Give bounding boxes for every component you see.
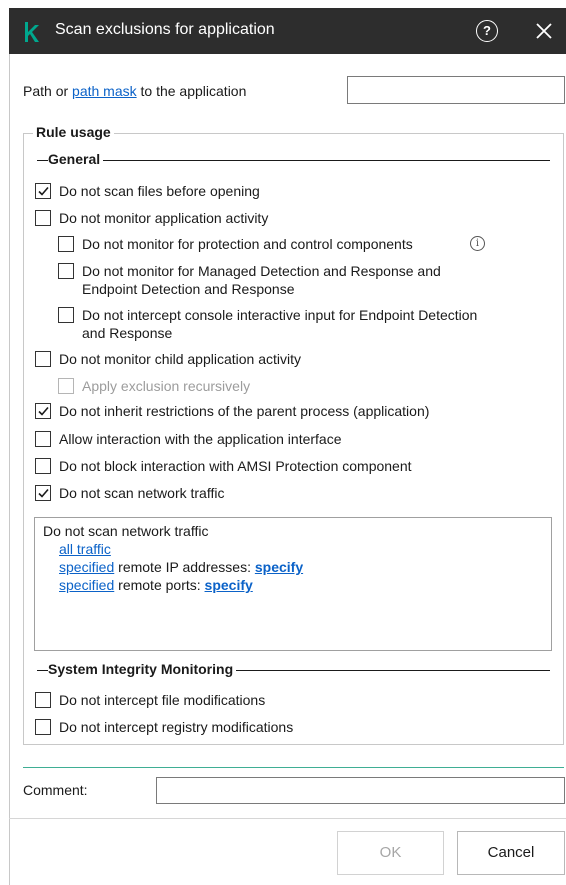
rule-usage-legend: Rule usage (33, 124, 114, 140)
checkbox-no-monitor-mdr-edr[interactable] (58, 263, 74, 279)
label-no-intercept-console-line2: and Response (82, 325, 173, 341)
comment-input[interactable] (156, 777, 565, 804)
all-traffic-link[interactable]: all traffic (59, 541, 111, 557)
specified-ports-link[interactable]: specified (59, 577, 114, 593)
label-no-block-amsi: Do not block interaction with AMSI Prote… (59, 458, 412, 474)
kaspersky-logo-icon (25, 22, 39, 42)
checkbox-no-monitor-activity[interactable] (35, 210, 51, 226)
checkbox-apply-recursively[interactable] (58, 378, 74, 394)
general-divider (37, 160, 550, 161)
info-icon[interactable]: i (470, 236, 485, 251)
general-heading: General (48, 151, 104, 167)
checkbox-no-inherit-restrictions[interactable] (35, 403, 51, 419)
path-input[interactable] (347, 76, 565, 104)
checkbox-no-intercept-registry[interactable] (35, 719, 51, 735)
network-traffic-panel: Do not scan network traffic all traffic … (34, 517, 552, 651)
network-traffic-heading: Do not scan network traffic (43, 523, 209, 539)
remote-ports-text: remote ports: (118, 577, 201, 593)
checkbox-no-scan-before-opening[interactable] (35, 183, 51, 199)
checkbox-no-intercept-file[interactable] (35, 692, 51, 708)
specified-ip-link[interactable]: specified (59, 559, 114, 575)
checkbox-no-block-amsi[interactable] (35, 458, 51, 474)
label-no-monitor-activity: Do not monitor application activity (59, 210, 269, 226)
path-label: Path or path mask to the application (23, 83, 246, 99)
label-no-monitor-child: Do not monitor child application activit… (59, 351, 302, 367)
footer-divider (9, 818, 566, 819)
label-no-scan-network: Do not scan network traffic (59, 485, 225, 501)
label-no-intercept-console-line1: Do not intercept console interactive inp… (82, 307, 478, 323)
comment-label: Comment: (23, 782, 88, 798)
label-no-scan-before-opening: Do not scan files before opening (59, 183, 260, 199)
label-allow-interface: Allow interaction with the application i… (59, 431, 342, 447)
specify-ip-link[interactable]: specify (255, 559, 303, 575)
label-apply-recursively: Apply exclusion recursively (82, 378, 251, 394)
path-suffix: to the application (140, 83, 247, 99)
integrity-heading: System Integrity Monitoring (48, 661, 237, 677)
ok-button[interactable]: OK (337, 831, 444, 875)
window-title: Scan exclusions for application (55, 21, 275, 38)
label-no-monitor-mdr-edr-line2: Endpoint Detection and Response (82, 281, 295, 297)
checkbox-no-intercept-console[interactable] (58, 307, 74, 323)
close-icon[interactable] (530, 17, 558, 45)
checkbox-allow-interface[interactable] (35, 431, 51, 447)
checkbox-no-monitor-child[interactable] (35, 351, 51, 367)
title-bar: Scan exclusions for application ? (9, 8, 566, 54)
cancel-button[interactable]: Cancel (457, 831, 565, 875)
label-no-monitor-protection: Do not monitor for protection and contro… (82, 236, 413, 252)
path-mask-link[interactable]: path mask (72, 83, 137, 99)
remote-ip-text: remote IP addresses: (118, 559, 251, 575)
checkbox-no-monitor-protection[interactable] (58, 236, 74, 252)
help-icon[interactable]: ? (476, 20, 498, 42)
label-no-intercept-file: Do not intercept file modifications (59, 692, 266, 708)
label-no-inherit-restrictions: Do not inherit restrictions of the paren… (59, 403, 430, 419)
path-prefix: Path or (23, 83, 69, 99)
specify-ports-link[interactable]: specify (205, 577, 253, 593)
comment-divider (23, 767, 564, 768)
checkbox-no-scan-network[interactable] (35, 485, 51, 501)
label-no-monitor-mdr-edr-line1: Do not monitor for Managed Detection and… (82, 263, 441, 279)
label-no-intercept-registry: Do not intercept registry modifications (59, 719, 294, 735)
